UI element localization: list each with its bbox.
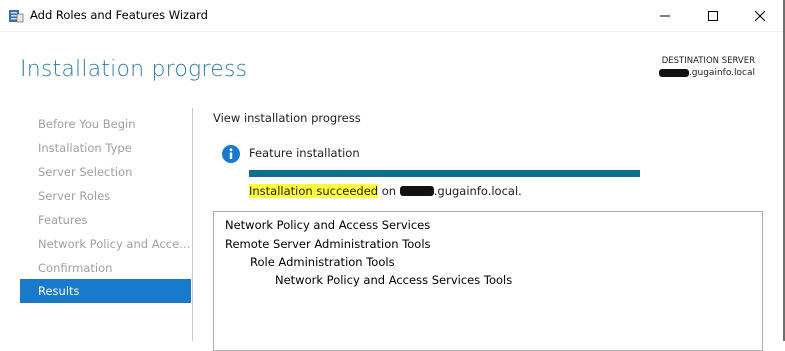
status-succeeded-text: Installation succeeded	[249, 184, 379, 198]
wizard-header: Installation progress DESTINATION SERVER…	[0, 32, 785, 98]
info-icon	[222, 145, 240, 163]
close-icon	[755, 10, 765, 21]
destination-server-label: DESTINATION SERVER	[661, 56, 755, 66]
progress-fill	[249, 170, 640, 177]
minimize-icon	[660, 15, 670, 16]
list-item: Network Policy and Access Services Tools	[275, 273, 513, 287]
results-list[interactable]: Network Policy and Access Services Remot…	[213, 211, 763, 351]
sidebar-item-before-you-begin[interactable]: Before You Begin	[20, 112, 191, 136]
server-manager-icon	[9, 10, 24, 23]
installation-status: Installation succeeded on .gugainfo.loca…	[249, 184, 522, 198]
minimize-button[interactable]	[642, 0, 688, 31]
sidebar-item-installation-type[interactable]: Installation Type	[20, 136, 191, 160]
destination-server-value: .gugainfo.local	[658, 68, 755, 78]
installation-progress-bar	[249, 170, 640, 177]
sidebar-item-server-selection[interactable]: Server Selection	[20, 160, 191, 184]
wizard-sidebar: Before You Begin Installation Type Serve…	[0, 98, 192, 341]
list-item: Remote Server Administration Tools	[225, 237, 431, 251]
status-on-text: on	[378, 184, 400, 198]
maximize-button[interactable]	[690, 0, 736, 31]
sidebar-item-network-policy[interactable]: Network Policy and Access Services	[20, 232, 191, 256]
list-item: Role Administration Tools	[250, 255, 395, 269]
destination-server-suffix: .gugainfo.local	[688, 68, 755, 78]
page-title: Installation progress	[20, 57, 248, 82]
sidebar-item-features[interactable]: Features	[20, 208, 191, 232]
redacted-server-name	[399, 186, 434, 196]
redacted-server-name	[658, 69, 689, 77]
title-bar: Add Roles and Features Wizard	[0, 0, 785, 32]
status-server-suffix: .gugainfo.local.	[433, 184, 522, 198]
sidebar-divider	[192, 108, 193, 341]
sidebar-item-confirmation[interactable]: Confirmation	[20, 256, 191, 280]
window-title: Add Roles and Features Wizard	[30, 8, 208, 22]
list-item: Network Policy and Access Services	[225, 218, 431, 232]
maximize-icon	[708, 10, 718, 21]
close-button[interactable]	[737, 0, 783, 31]
feature-installation-label: Feature installation	[249, 146, 360, 160]
sidebar-item-server-roles[interactable]: Server Roles	[20, 184, 191, 208]
sidebar-item-results[interactable]: Results	[20, 279, 191, 303]
content-heading: View installation progress	[213, 111, 361, 125]
